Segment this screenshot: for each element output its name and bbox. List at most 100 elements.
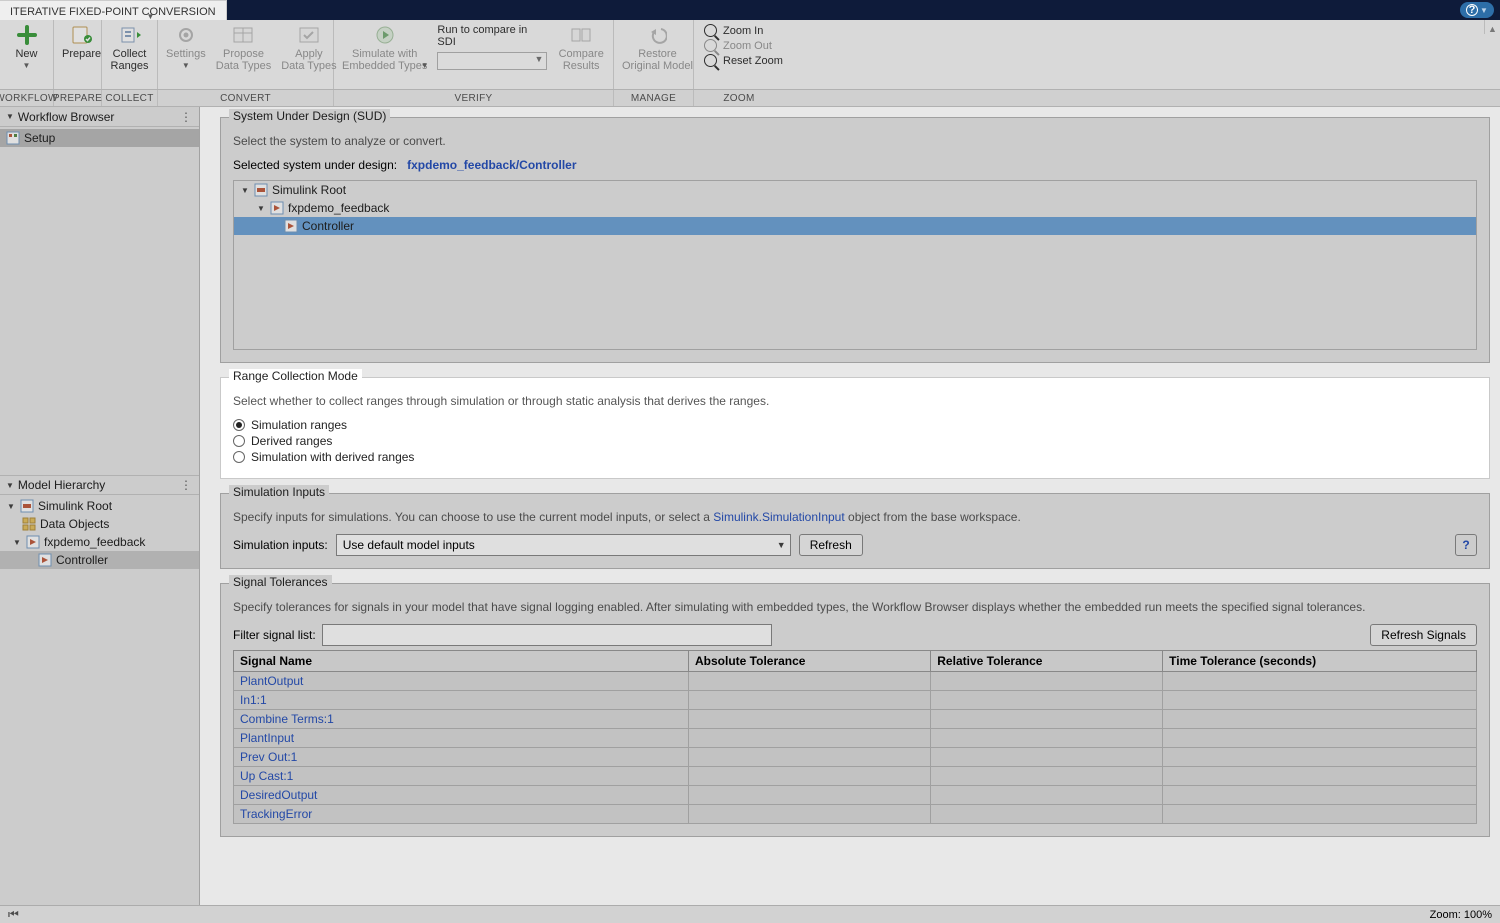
table-row[interactable]: PlantInput <box>234 729 1477 748</box>
gear-icon <box>175 24 197 46</box>
table-row[interactable]: PlantOutput <box>234 672 1477 691</box>
time-tol-cell[interactable] <box>1163 805 1477 824</box>
sim-inputs-desc-pre: Specify inputs for simulations. You can … <box>233 510 713 524</box>
abs-tol-cell[interactable] <box>689 767 931 786</box>
signal-name-cell[interactable]: PlantOutput <box>234 672 689 691</box>
rel-tol-cell[interactable] <box>931 805 1163 824</box>
col-signal-name[interactable]: Signal Name <box>234 651 689 672</box>
settings-button[interactable]: Settings ▼ <box>166 24 206 70</box>
table-row[interactable]: In1:1 <box>234 691 1477 710</box>
time-tol-cell[interactable] <box>1163 767 1477 786</box>
table-row[interactable]: Combine Terms:1 <box>234 710 1477 729</box>
compare-icon <box>570 24 592 46</box>
col-abs-tol[interactable]: Absolute Tolerance <box>689 651 931 672</box>
apply-types-button[interactable]: Apply Data Types <box>281 24 336 72</box>
play-icon <box>374 24 396 46</box>
abs-tol-cell[interactable] <box>689 729 931 748</box>
collect-ranges-button[interactable]: Collect Ranges▼ <box>110 24 149 72</box>
collapse-icon[interactable]: ▼ <box>6 112 14 121</box>
time-tol-cell[interactable] <box>1163 729 1477 748</box>
compare-results-button[interactable]: Compare Results <box>557 24 605 72</box>
workflow-step-setup[interactable]: Setup <box>0 129 199 147</box>
col-rel-tol[interactable]: Relative Tolerance <box>931 651 1163 672</box>
signal-name-cell[interactable]: Combine Terms:1 <box>234 710 689 729</box>
expand-icon[interactable]: ▼ <box>240 186 250 195</box>
panel-options-icon[interactable]: ⋮ <box>180 478 193 492</box>
time-tol-cell[interactable] <box>1163 691 1477 710</box>
simulink-icon <box>254 183 268 197</box>
signal-name-cell[interactable]: PlantInput <box>234 729 689 748</box>
help-icon: ? <box>1466 4 1478 16</box>
prepare-button[interactable]: Prepare <box>62 24 101 60</box>
app-tab[interactable]: ITERATIVE FIXED-POINT CONVERSION <box>0 0 227 20</box>
radio-derived-ranges[interactable]: Derived ranges <box>233 434 1477 448</box>
simulink-input-link[interactable]: Simulink.SimulationInput <box>713 510 844 524</box>
sim-inputs-refresh-button[interactable]: Refresh <box>799 534 863 556</box>
sim-inputs-select[interactable]: Use default model inputs▼ <box>336 534 791 556</box>
time-tol-cell[interactable] <box>1163 672 1477 691</box>
tree-simulink-root[interactable]: ▼ Simulink Root <box>0 497 199 515</box>
tree-data-objects[interactable]: Data Objects <box>0 515 199 533</box>
help-dropdown[interactable]: ? ▼ <box>1460 2 1494 18</box>
time-tol-cell[interactable] <box>1163 748 1477 767</box>
table-row[interactable]: Prev Out:1 <box>234 748 1477 767</box>
time-tol-cell[interactable] <box>1163 786 1477 805</box>
sud-tree-controller[interactable]: Controller <box>234 217 1476 235</box>
radio-sim-with-derived[interactable]: Simulation with derived ranges <box>233 450 1477 464</box>
propose-types-button[interactable]: Propose Data Types <box>216 24 271 72</box>
rel-tol-cell[interactable] <box>931 729 1163 748</box>
rel-tol-cell[interactable] <box>931 710 1163 729</box>
abs-tol-cell[interactable] <box>689 672 931 691</box>
ribbon-toolbar: New ▼ Prepare Collect Ranges▼ Settings ▼… <box>0 20 1500 90</box>
rel-tol-cell[interactable] <box>931 767 1163 786</box>
expand-icon[interactable]: ▼ <box>12 538 22 547</box>
tree-model[interactable]: ▼ fxpdemo_feedback <box>0 533 199 551</box>
expand-icon[interactable]: ▼ <box>256 204 266 213</box>
model-hierarchy-title: Model Hierarchy <box>18 478 105 492</box>
sud-tree-root[interactable]: ▼ Simulink Root <box>234 181 1476 199</box>
abs-tol-cell[interactable] <box>689 786 931 805</box>
signal-name-cell[interactable]: In1:1 <box>234 691 689 710</box>
collapse-ribbon-button[interactable]: ▲ <box>1484 20 1500 34</box>
abs-tol-cell[interactable] <box>689 748 931 767</box>
sud-tree-model[interactable]: ▼ fxpdemo_feedback <box>234 199 1476 217</box>
rel-tol-cell[interactable] <box>931 691 1163 710</box>
signal-name-cell[interactable]: DesiredOutput <box>234 786 689 805</box>
tree-controller[interactable]: Controller <box>0 551 199 569</box>
workflow-browser-header: ▼ Workflow Browser ⋮ <box>0 107 199 127</box>
abs-tol-cell[interactable] <box>689 805 931 824</box>
radio-simulation-ranges[interactable]: Simulation ranges <box>233 418 1477 432</box>
reset-zoom-button[interactable]: Reset Zoom <box>704 54 783 67</box>
sud-selected-path-link[interactable]: fxpdemo_feedback/Controller <box>407 158 576 172</box>
signal-name-cell[interactable]: Up Cast:1 <box>234 767 689 786</box>
rel-tol-cell[interactable] <box>931 672 1163 691</box>
sim-inputs-help-button[interactable]: ? <box>1455 534 1477 556</box>
zoom-in-button[interactable]: Zoom In <box>704 24 783 37</box>
subsystem-icon <box>38 553 52 567</box>
signal-name-cell[interactable]: TrackingError <box>234 805 689 824</box>
filter-signal-input[interactable] <box>322 624 772 646</box>
signal-table: Signal Name Absolute Tolerance Relative … <box>233 650 1477 824</box>
collapse-icon[interactable]: ▼ <box>6 481 14 490</box>
simulate-label: Simulate with Embedded Types <box>342 48 427 72</box>
abs-tol-cell[interactable] <box>689 691 931 710</box>
new-button[interactable]: New ▼ <box>8 24 45 70</box>
panel-options-icon[interactable]: ⋮ <box>180 110 193 124</box>
table-row[interactable]: Up Cast:1 <box>234 767 1477 786</box>
refresh-signals-button[interactable]: Refresh Signals <box>1370 624 1477 646</box>
restore-model-button[interactable]: Restore Original Model <box>622 24 693 72</box>
col-time-tol[interactable]: Time Tolerance (seconds) <box>1163 651 1477 672</box>
rel-tol-cell[interactable] <box>931 786 1163 805</box>
abs-tol-cell[interactable] <box>689 710 931 729</box>
table-row[interactable]: TrackingError <box>234 805 1477 824</box>
expand-icon[interactable]: ▼ <box>6 502 16 511</box>
run-sdi-combo[interactable] <box>437 52 547 70</box>
signal-name-cell[interactable]: Prev Out:1 <box>234 748 689 767</box>
go-first-button[interactable]: ⏮ <box>8 907 19 922</box>
time-tol-cell[interactable] <box>1163 710 1477 729</box>
simulate-embedded-button[interactable]: Simulate with Embedded Types▼ <box>342 24 427 82</box>
rel-tol-cell[interactable] <box>931 748 1163 767</box>
table-row[interactable]: DesiredOutput <box>234 786 1477 805</box>
zoom-out-button[interactable]: Zoom Out <box>704 39 783 52</box>
zoom-out-icon <box>704 39 717 52</box>
